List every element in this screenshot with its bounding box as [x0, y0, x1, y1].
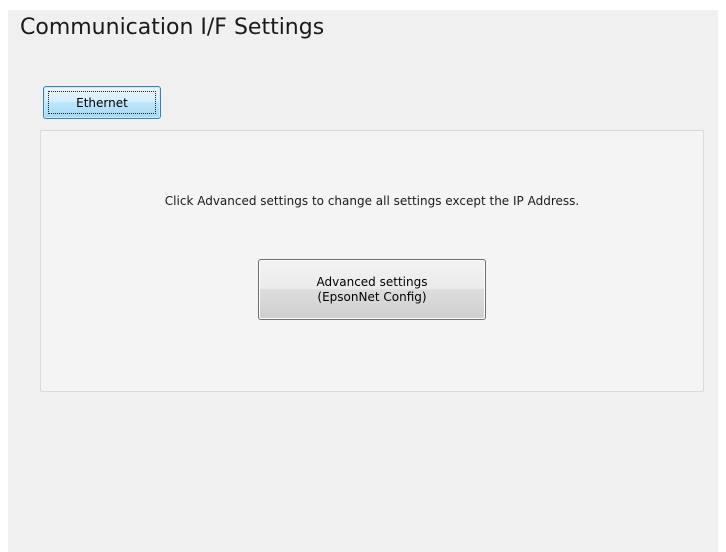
advanced-settings-button-sublabel: (EpsonNet Config): [317, 289, 427, 304]
ethernet-settings-panel: Click Advanced settings to change all se…: [40, 130, 704, 392]
settings-window: Communication I/F Settings Ethernet Clic…: [8, 10, 718, 552]
tab-ethernet[interactable]: Ethernet: [43, 86, 161, 119]
info-text: Click Advanced settings to change all se…: [164, 194, 580, 208]
advanced-settings-button[interactable]: Advanced settings (EpsonNet Config): [258, 259, 486, 320]
tab-ethernet-label: Ethernet: [76, 95, 128, 110]
page-title: Communication I/F Settings: [20, 15, 325, 40]
advanced-settings-button-label: Advanced settings: [316, 274, 428, 289]
